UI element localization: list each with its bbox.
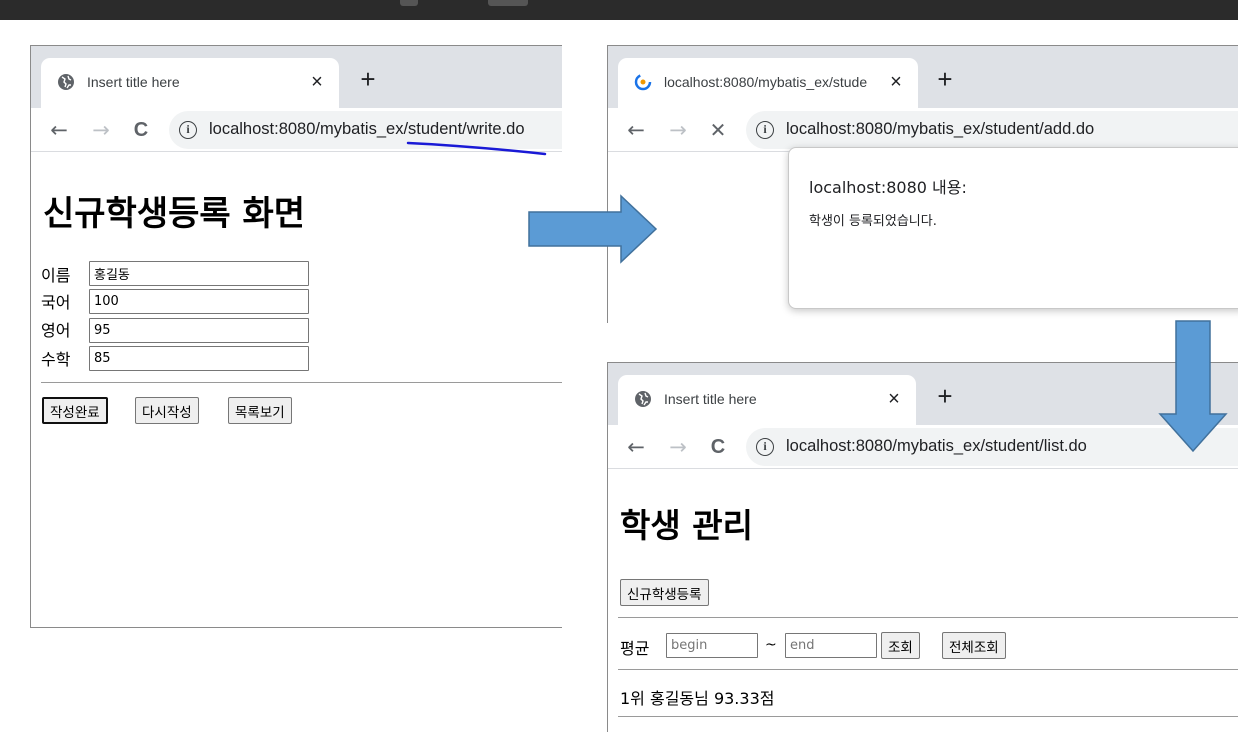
- tab-title: Insert title here: [87, 74, 180, 90]
- back-arrow-icon[interactable]: ←: [45, 116, 73, 144]
- label-name: 이름: [41, 266, 71, 285]
- register-student-button[interactable]: 신규학생등록: [620, 579, 709, 606]
- tab-strip: localhost:8080/mybatis_ex/stude × +: [608, 46, 1238, 108]
- korean-score-input[interactable]: [89, 289, 309, 314]
- page-content: 신규학생등록 화면 이름 국어 영어 수학 작성완료 다시작성 목록보기: [31, 152, 562, 627]
- page-content: 학생 관리 신규학생등록 평균 ~ 조회 전체조회 1위 홍길동님 93.33점: [608, 469, 1238, 732]
- browser-window-write: Insert title here × + ← → C i localhost:…: [30, 45, 562, 628]
- tab-title: Insert title here: [664, 391, 757, 407]
- right-arrow-icon: [528, 194, 658, 264]
- stop-loading-icon[interactable]: ✕: [704, 116, 732, 144]
- new-tab-icon[interactable]: +: [353, 64, 383, 94]
- address-bar[interactable]: i localhost:8080/mybatis_ex/student/add.…: [746, 111, 1238, 149]
- page-title: 학생 관리: [620, 506, 753, 545]
- name-input[interactable]: [89, 261, 309, 286]
- range-separator: ~: [765, 637, 777, 653]
- reload-icon[interactable]: C: [704, 433, 732, 461]
- address-url[interactable]: localhost:8080/mybatis_ex/student/list.d…: [786, 437, 1087, 456]
- view-all-button[interactable]: 전체조회: [942, 632, 1006, 659]
- tab-insert-title[interactable]: Insert title here ×: [41, 58, 339, 108]
- tab-strip: Insert title here × +: [31, 46, 562, 108]
- average-label: 평균: [620, 639, 650, 658]
- down-arrow-icon: [1158, 320, 1228, 453]
- divider: [618, 716, 1238, 717]
- list-button[interactable]: 목록보기: [228, 397, 292, 424]
- browser-window-list: Insert title here × + ← → C i localhost:…: [607, 362, 1238, 732]
- search-button[interactable]: 조회: [881, 632, 920, 659]
- begin-input[interactable]: [666, 633, 758, 658]
- top-bar-fragment: [400, 0, 418, 6]
- info-icon[interactable]: i: [756, 438, 774, 456]
- label-math: 수학: [41, 350, 71, 369]
- browser-toolbar: ← → C i localhost:8080/mybatis_ex/studen…: [608, 425, 1238, 469]
- browser-window-add: localhost:8080/mybatis_ex/stude × + ← → …: [607, 45, 1238, 323]
- tab-strip: Insert title here × +: [608, 363, 1238, 425]
- math-score-input[interactable]: [89, 346, 309, 371]
- label-korean: 국어: [41, 293, 71, 312]
- result-item: 1위 홍길동님 93.33점: [620, 689, 775, 708]
- info-icon[interactable]: i: [179, 121, 197, 139]
- new-tab-icon[interactable]: +: [930, 381, 960, 411]
- divider: [618, 669, 1238, 670]
- browser-toolbar: ← → ✕ i localhost:8080/mybatis_ex/studen…: [608, 108, 1238, 152]
- back-arrow-icon[interactable]: ←: [622, 433, 650, 461]
- tab-insert-title[interactable]: Insert title here ×: [618, 375, 916, 425]
- forward-arrow-icon[interactable]: →: [87, 116, 115, 144]
- tab-title: localhost:8080/mybatis_ex/stude: [664, 74, 868, 90]
- reset-button[interactable]: 다시작성: [135, 397, 199, 424]
- back-arrow-icon[interactable]: ←: [622, 116, 650, 144]
- divider: [618, 617, 1238, 618]
- desktop-top-bar: [0, 0, 1238, 20]
- forward-arrow-icon[interactable]: →: [664, 116, 692, 144]
- submit-button[interactable]: 작성완료: [42, 397, 108, 424]
- tab-add-loading[interactable]: localhost:8080/mybatis_ex/stude ×: [618, 58, 918, 108]
- divider: [41, 382, 562, 383]
- annotation-underline: [406, 141, 547, 156]
- page-title: 신규학생등록 화면: [43, 194, 306, 234]
- close-tab-icon[interactable]: ×: [884, 70, 908, 94]
- top-bar-fragment: [488, 0, 528, 6]
- globe-icon: [58, 74, 74, 90]
- globe-icon: [635, 391, 651, 407]
- end-input[interactable]: [785, 633, 877, 658]
- new-tab-icon[interactable]: +: [930, 64, 960, 94]
- close-tab-icon[interactable]: ×: [882, 387, 906, 411]
- alert-title: localhost:8080 내용:: [809, 178, 967, 197]
- forward-arrow-icon[interactable]: →: [664, 433, 692, 461]
- close-tab-icon[interactable]: ×: [305, 70, 329, 94]
- loading-spinner-icon: [634, 73, 652, 91]
- alert-message: 학생이 등록되었습니다.: [809, 214, 937, 229]
- address-url[interactable]: localhost:8080/mybatis_ex/student/add.do: [786, 120, 1094, 139]
- label-english: 영어: [41, 321, 71, 340]
- english-score-input[interactable]: [89, 318, 309, 343]
- info-icon[interactable]: i: [756, 121, 774, 139]
- alert-dialog: localhost:8080 내용: 학생이 등록되었습니다.: [788, 147, 1238, 309]
- reload-icon[interactable]: C: [127, 116, 155, 144]
